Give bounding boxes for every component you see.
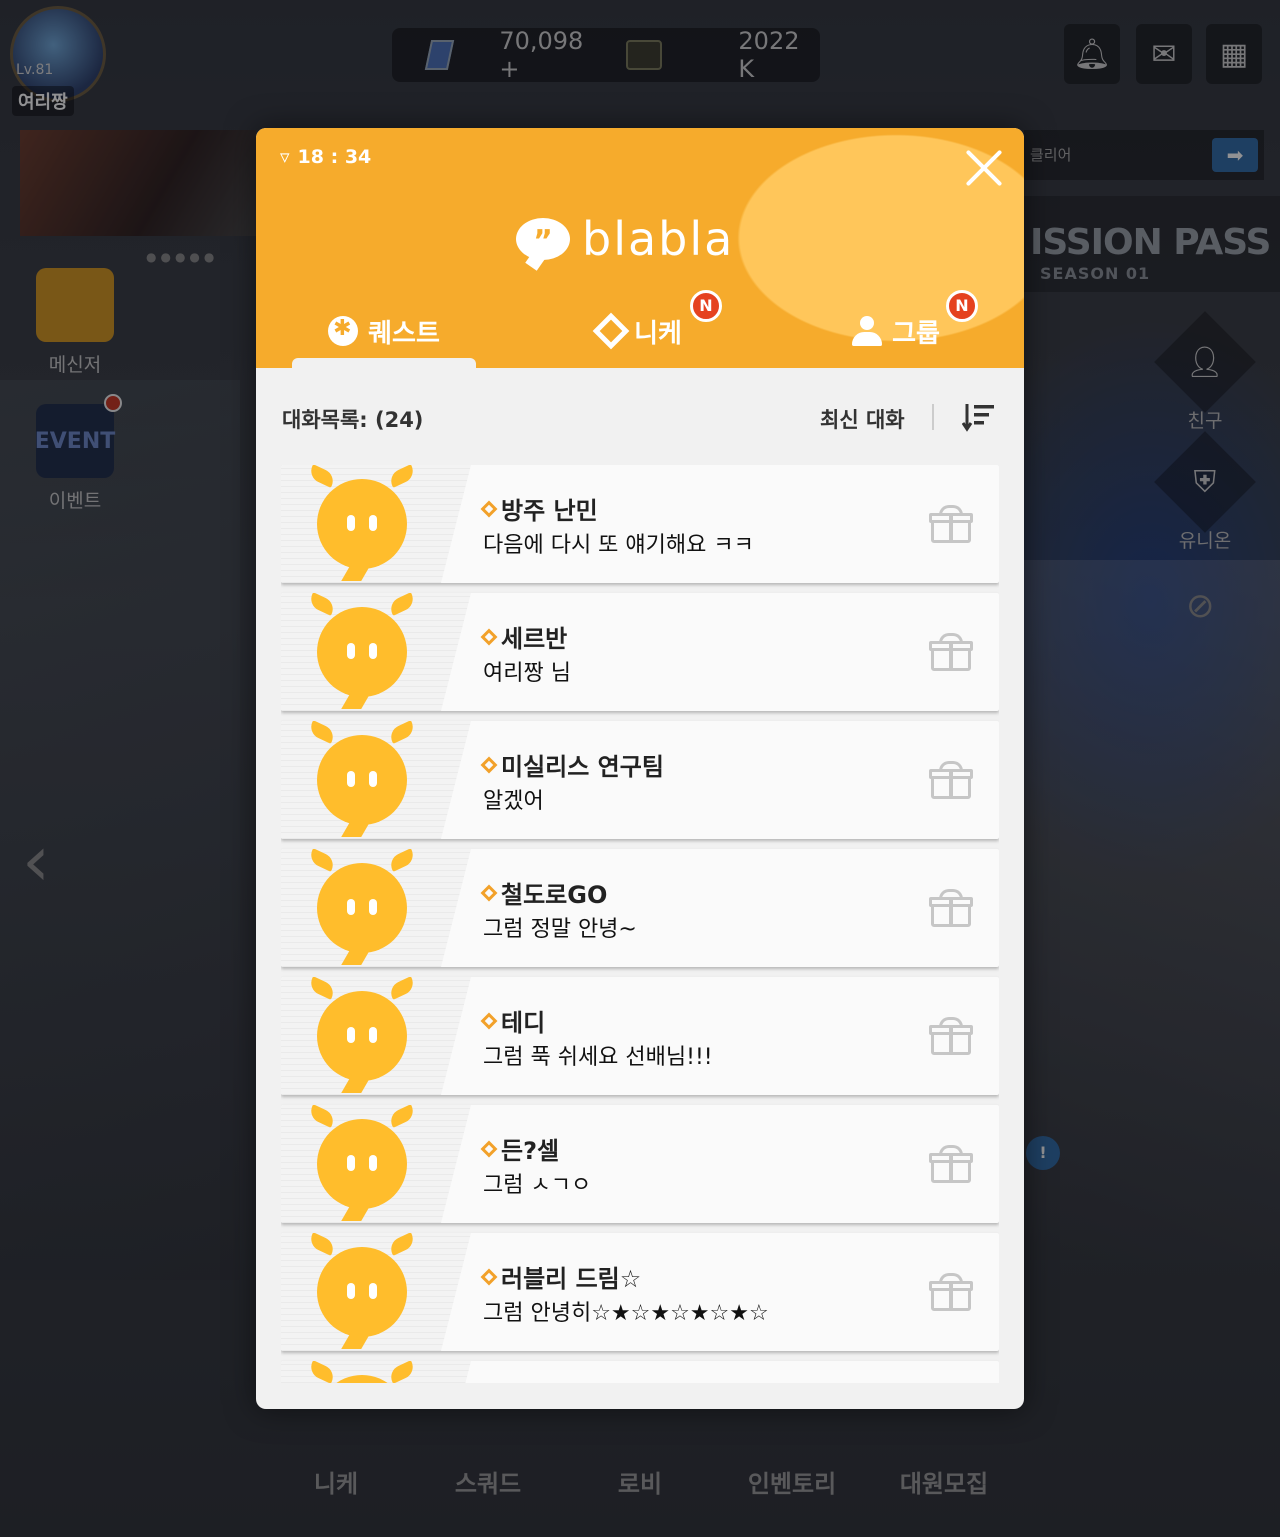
contact-name-text: 미실리스 연구팀 — [501, 753, 664, 781]
avatar — [307, 465, 417, 581]
tab-nikke[interactable]: 니케 N — [512, 290, 768, 368]
logo-text: blabla — [582, 212, 735, 266]
gift-icon[interactable] — [929, 633, 973, 671]
gift-icon[interactable] — [929, 761, 973, 799]
tab-group-label: 그룹 — [892, 318, 940, 349]
diamond-icon — [480, 1268, 498, 1285]
new-badge: N — [946, 290, 978, 322]
contact-name-text: 러블리 드림☆ — [501, 1265, 642, 1293]
sort-label[interactable]: 최신 대화 — [820, 404, 905, 434]
last-message: 그럼 정말 안녕~ — [483, 917, 637, 942]
diamond-icon — [592, 312, 630, 350]
tab-group[interactable]: 그룹 N — [768, 290, 1024, 368]
contact-name: 세르반 — [480, 619, 568, 654]
sort-icon[interactable] — [962, 402, 996, 432]
blabla-logo: ” blabla — [516, 212, 734, 266]
avatar — [307, 849, 417, 965]
list-item[interactable]: 미실리스 연구팀알겠어 — [281, 721, 999, 839]
contact-name-text: 방주 난민 — [501, 497, 598, 525]
last-message: 그럼 ㅅㄱㅇ — [483, 1173, 592, 1198]
quest-icon — [328, 316, 359, 346]
contact-name-text: 든?셀 — [501, 1137, 560, 1165]
list-item[interactable]: 러블리 드림☆ 그럼 안녕히☆★☆★☆★☆★☆ — [281, 1233, 999, 1351]
diamond-icon — [480, 756, 498, 773]
list-item[interactable]: 든?셀그럼 ㅅㄱㅇ — [281, 1105, 999, 1223]
avatar — [307, 1361, 417, 1383]
list-item[interactable]: 테디그럼 푹 쉬세요 선배님!!! — [281, 977, 999, 1095]
last-message: 여리짱 님 — [483, 661, 571, 686]
contact-name-text: 세르반 — [501, 625, 568, 653]
list-item[interactable] — [281, 1361, 999, 1383]
contact-name: 미실리스 연구팀 — [480, 747, 664, 782]
diamond-icon — [480, 1140, 498, 1157]
last-message: 그럼 안녕히☆★☆★☆★☆★☆ — [483, 1301, 769, 1326]
contact-name: 테디 — [480, 1003, 546, 1038]
list-header: 대화목록: (24) 최신 대화 — [282, 400, 998, 436]
contact-name: 철도로GO — [480, 875, 608, 910]
avatar — [307, 721, 417, 837]
avatar — [307, 593, 417, 709]
gift-icon[interactable] — [929, 1017, 973, 1055]
gift-icon[interactable] — [929, 1145, 973, 1183]
tab-quest-label: 퀘스트 — [368, 318, 440, 349]
messenger-tabs: 퀘스트 니케 N 그룹 N — [256, 290, 1024, 368]
contact-name-text: 테디 — [501, 1009, 546, 1037]
gift-icon[interactable] — [929, 1273, 973, 1311]
contact-name: 방주 난민 — [480, 491, 598, 526]
last-message: 다음에 다시 또 얘기해요 ㅋㅋ — [483, 533, 754, 558]
close-icon[interactable] — [962, 146, 1006, 190]
diamond-icon — [480, 1012, 498, 1029]
diamond-icon — [480, 628, 498, 645]
divider — [932, 404, 934, 430]
new-badge: N — [690, 290, 722, 322]
conversation-count: 대화목록: (24) — [282, 408, 424, 432]
modal-header: ▿ 18 : 34 ” blabla 퀘스트 니케 N 그룹 N — [256, 128, 1024, 368]
avatar — [307, 1105, 417, 1221]
gift-icon[interactable] — [929, 889, 973, 927]
blabla-messenger-modal: ▿ 18 : 34 ” blabla 퀘스트 니케 N 그룹 N — [256, 128, 1024, 1409]
diamond-icon — [480, 884, 498, 901]
tab-nikke-label: 니케 — [634, 318, 682, 349]
avatar — [307, 977, 417, 1093]
last-message: 그럼 푹 쉬세요 선배님!!! — [483, 1045, 713, 1070]
status-bar: ▿ 18 : 34 — [280, 146, 371, 168]
list-item[interactable]: 세르반여리짱 님 — [281, 593, 999, 711]
person-icon — [852, 316, 883, 346]
avatar — [307, 1233, 417, 1349]
status-time: 18 : 34 — [297, 146, 372, 168]
gift-icon[interactable] — [929, 505, 973, 543]
contact-name: 러블리 드림☆ — [480, 1259, 642, 1294]
conversation-list[interactable]: 방주 난민 다음에 다시 또 얘기해요 ㅋㅋ 세르반 여리짱 님 미실리스 연구팀 알겠어… — [281, 465, 999, 1383]
list-item[interactable]: 방주 난민다음에 다시 또 얘기해요 ㅋㅋ — [281, 465, 999, 583]
speech-bubble-icon: ” — [516, 218, 570, 260]
wifi-icon: ▿ — [280, 146, 290, 168]
tab-quest[interactable]: 퀘스트 — [256, 294, 512, 368]
list-item[interactable]: 철도로GO 그럼 정말 안녕~ — [281, 849, 999, 967]
diamond-icon — [480, 500, 498, 517]
contact-name-text: 철도로GO — [501, 881, 608, 909]
last-message: 알겠어 — [483, 789, 544, 814]
contact-name: 든?셀 — [480, 1131, 560, 1166]
